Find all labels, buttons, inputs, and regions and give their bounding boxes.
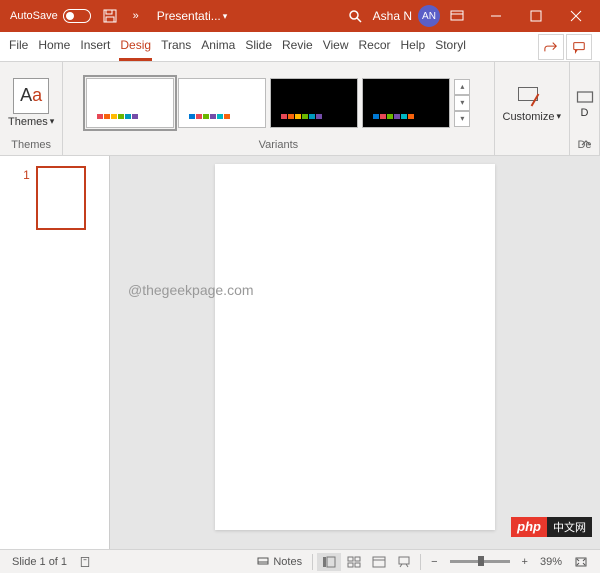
comments-button[interactable] bbox=[566, 34, 592, 60]
tab-design[interactable]: Desig bbox=[115, 32, 156, 61]
variant-4[interactable] bbox=[362, 78, 450, 128]
slide-editor[interactable]: @thegeekpage.com php 中文网 bbox=[110, 156, 600, 549]
slide-thumbnail-1[interactable] bbox=[36, 166, 86, 230]
tab-storyboarding[interactable]: Storyl bbox=[430, 32, 471, 61]
themes-group: Aa Themes▾ Themes bbox=[0, 62, 63, 155]
tab-file[interactable]: File bbox=[4, 32, 33, 61]
themes-icon: Aa bbox=[13, 78, 49, 114]
chevron-down-icon: ▾ bbox=[556, 111, 561, 122]
share-button[interactable] bbox=[538, 34, 564, 60]
ribbon-tabs: File Home Insert Desig Trans Anima Slide… bbox=[0, 32, 600, 62]
autosave-toggle[interactable]: AutoSave bbox=[4, 9, 97, 23]
tab-home[interactable]: Home bbox=[33, 32, 75, 61]
slideshow-button[interactable] bbox=[392, 553, 416, 571]
tab-slideshow[interactable]: Slide bbox=[240, 32, 277, 61]
group-label-variants: Variants bbox=[259, 139, 299, 153]
fit-to-window-button[interactable] bbox=[568, 556, 594, 568]
variant-2[interactable] bbox=[178, 78, 266, 128]
zoom-slider[interactable] bbox=[450, 560, 510, 563]
ribbon-display-button[interactable] bbox=[444, 3, 470, 29]
variant-1[interactable] bbox=[86, 78, 174, 128]
document-title[interactable]: Presentati... ▾ bbox=[149, 9, 236, 23]
thumbnail-panel: 1 bbox=[0, 156, 110, 549]
collapse-ribbon-button[interactable] bbox=[576, 135, 596, 151]
user-name: Asha N bbox=[373, 9, 412, 23]
customize-icon bbox=[518, 87, 546, 109]
slide-sorter-button[interactable] bbox=[342, 553, 366, 571]
avatar: AN bbox=[418, 5, 440, 27]
normal-view-button[interactable] bbox=[317, 553, 341, 571]
ribbon: Aa Themes▾ Themes ▴ ▾ ▾ Variants bbox=[0, 62, 600, 156]
designer-button[interactable]: D bbox=[575, 87, 595, 119]
account-button[interactable]: Asha N AN bbox=[369, 5, 444, 27]
themes-gallery-button[interactable]: Aa Themes▾ bbox=[8, 78, 54, 128]
php-badge: php 中文网 bbox=[511, 517, 592, 537]
zoom-in-button[interactable]: + bbox=[516, 556, 534, 568]
search-button[interactable] bbox=[341, 3, 369, 29]
titlebar: AutoSave » Presentati... ▾ Asha N AN bbox=[0, 0, 600, 32]
tab-help[interactable]: Help bbox=[396, 32, 431, 61]
customize-group: Customize▾ bbox=[495, 62, 571, 155]
variant-3[interactable] bbox=[270, 78, 358, 128]
autosave-label: AutoSave bbox=[10, 10, 58, 22]
minimize-button[interactable] bbox=[476, 0, 516, 32]
tab-recording[interactable]: Recor bbox=[353, 32, 395, 61]
close-button[interactable] bbox=[556, 0, 596, 32]
variants-group: ▴ ▾ ▾ Variants bbox=[63, 62, 494, 155]
accessibility-button[interactable] bbox=[73, 556, 97, 568]
reading-view-button[interactable] bbox=[367, 553, 391, 571]
tab-transitions[interactable]: Trans bbox=[156, 32, 196, 61]
slide-number: 1 bbox=[23, 166, 30, 230]
workspace: 1 @thegeekpage.com php 中文网 bbox=[0, 156, 600, 549]
zoom-out-button[interactable]: − bbox=[425, 556, 443, 568]
tab-review[interactable]: Revie bbox=[277, 32, 318, 61]
group-label-themes: Themes bbox=[11, 139, 51, 153]
tab-insert[interactable]: Insert bbox=[75, 32, 115, 61]
statusbar: Slide 1 of 1 Notes − + 39% bbox=[0, 549, 600, 573]
toggle-off-icon bbox=[63, 9, 91, 23]
save-button[interactable] bbox=[97, 3, 123, 29]
chevron-down-icon: ▾ bbox=[223, 11, 228, 22]
variants-scroll-up[interactable]: ▴ bbox=[454, 79, 470, 95]
tab-view[interactable]: View bbox=[318, 32, 354, 61]
watermark: @thegeekpage.com bbox=[128, 282, 254, 298]
variants-more[interactable]: ▾ bbox=[454, 111, 470, 127]
chevron-down-icon: ▾ bbox=[50, 116, 55, 127]
customize-button[interactable]: Customize▾ bbox=[503, 81, 562, 123]
qat-more-icon[interactable]: » bbox=[123, 3, 149, 29]
zoom-value[interactable]: 39% bbox=[534, 556, 568, 568]
slide-counter[interactable]: Slide 1 of 1 bbox=[6, 556, 73, 568]
variants-scroll-down[interactable]: ▾ bbox=[454, 95, 470, 111]
slide-canvas[interactable] bbox=[215, 164, 495, 530]
notes-button[interactable]: Notes bbox=[251, 556, 308, 568]
maximize-button[interactable] bbox=[516, 0, 556, 32]
tab-animations[interactable]: Anima bbox=[196, 32, 240, 61]
